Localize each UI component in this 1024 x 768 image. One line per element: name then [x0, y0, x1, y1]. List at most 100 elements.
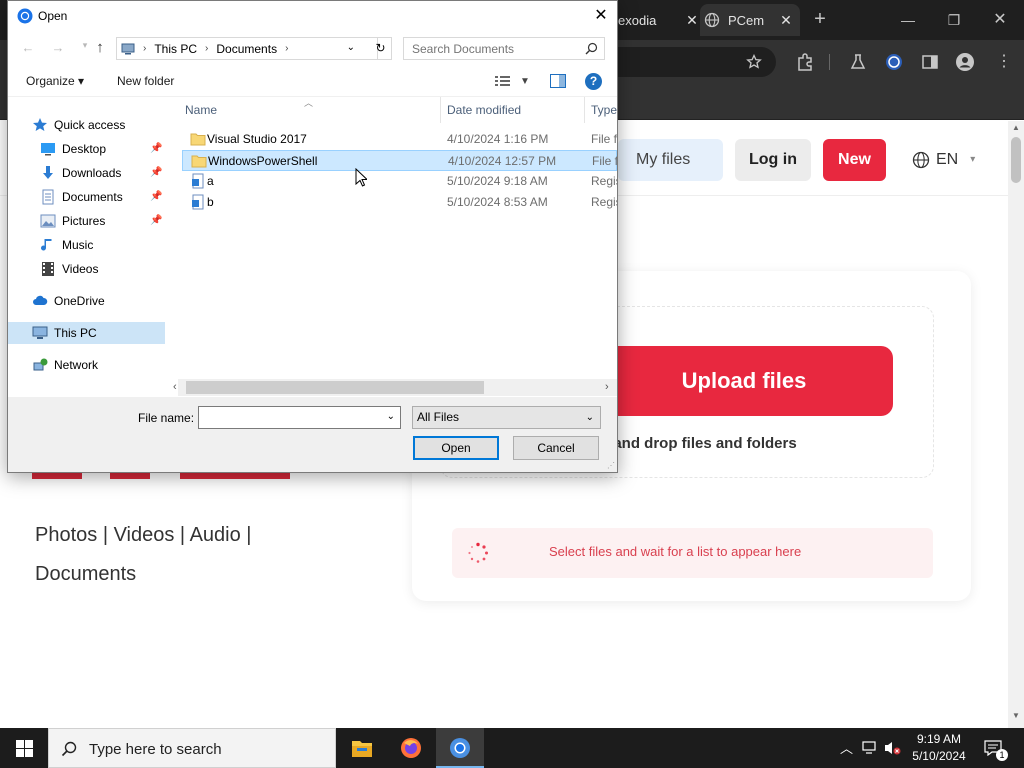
- firefox-icon: [401, 738, 421, 758]
- my-files-button[interactable]: My files: [618, 139, 723, 181]
- nav-label: This PC: [54, 326, 97, 340]
- recent-dropdown-icon[interactable]: ▾: [77, 37, 93, 53]
- help-icon[interactable]: ?: [585, 73, 602, 90]
- registry-file-icon: [192, 194, 204, 210]
- taskbar-search[interactable]: Type here to search: [48, 728, 336, 768]
- network-icon[interactable]: [862, 740, 878, 756]
- up-arrow-icon[interactable]: ↑: [92, 40, 108, 56]
- globe-icon: [912, 151, 930, 169]
- column-header-name[interactable]: Name ︿: [178, 97, 441, 123]
- volume-muted-icon[interactable]: [884, 740, 902, 756]
- file-date: 5/10/2024 8:53 AM: [447, 195, 548, 209]
- address-bar[interactable]: [616, 47, 776, 77]
- dialog-close-button[interactable]: ✕: [586, 3, 616, 29]
- nav-this-pc[interactable]: This PC: [8, 322, 165, 344]
- page-scrollbar[interactable]: ▲ ▼: [1008, 121, 1024, 728]
- nav-music[interactable]: Music: [8, 234, 165, 256]
- chevron-right-icon: ›: [205, 43, 209, 54]
- tab-close-icon[interactable]: ✕: [684, 12, 700, 28]
- action-center[interactable]: 1: [978, 728, 1024, 768]
- labs-flask-icon[interactable]: [848, 52, 868, 72]
- search-box[interactable]: [403, 37, 605, 60]
- file-row[interactable]: Visual Studio 2017 4/10/2024 1:16 PM Fil…: [182, 129, 617, 150]
- dialog-footer: File name: ⌄ All Files ⌄ Open Cancel ⋰: [8, 397, 617, 472]
- column-header-type[interactable]: Type: [584, 97, 617, 123]
- nav-desktop[interactable]: Desktop 📌: [8, 138, 165, 160]
- cancel-button[interactable]: Cancel: [513, 436, 599, 460]
- nav-documents[interactable]: Documents 📌: [8, 186, 165, 208]
- firefox-app[interactable]: [387, 728, 435, 768]
- pc-icon: [32, 326, 48, 339]
- nav-pictures[interactable]: Pictures 📌: [8, 210, 165, 232]
- search-input[interactable]: [404, 38, 574, 59]
- preview-pane-icon[interactable]: [550, 74, 566, 88]
- forward-arrow-icon[interactable]: →: [50, 40, 66, 56]
- side-panel-icon[interactable]: [920, 52, 940, 72]
- chevron-down-icon[interactable]: ▼: [520, 76, 530, 87]
- file-row[interactable]: b 5/10/2024 8:53 AM Registration Entries: [182, 192, 617, 213]
- new-tab-button[interactable]: +: [810, 9, 830, 30]
- profile-avatar-icon[interactable]: [955, 52, 975, 72]
- scroll-left-icon[interactable]: ‹: [173, 381, 177, 393]
- nav-label: Network: [54, 358, 99, 372]
- view-options-icon[interactable]: [495, 75, 511, 87]
- nav-onedrive[interactable]: OneDrive: [8, 290, 165, 312]
- scroll-thumb[interactable]: [186, 381, 484, 394]
- chevron-up-icon[interactable]: ︿: [840, 738, 853, 757]
- tab-close-icon[interactable]: ✕: [778, 12, 794, 28]
- chrome-app[interactable]: [436, 728, 484, 768]
- organize-menu[interactable]: Organize ▾: [26, 74, 84, 88]
- chevron-down-icon[interactable]: ⌄: [347, 42, 355, 53]
- taskbar: Type here to search ︿ 9:19 AM 5/10/2024 …: [0, 728, 1024, 768]
- resize-grip-icon[interactable]: ⋰: [607, 461, 615, 470]
- tab-pcem[interactable]: PCem ✕: [700, 4, 800, 36]
- scroll-up-icon[interactable]: ▲: [1012, 123, 1020, 132]
- file-name: WindowsPowerShell: [208, 154, 318, 168]
- upload-files-button[interactable]: Upload files: [595, 346, 893, 416]
- back-arrow-icon[interactable]: ←: [20, 40, 36, 56]
- close-window-button[interactable]: ✕: [990, 10, 1010, 30]
- nav-downloads[interactable]: Downloads 📌: [8, 162, 165, 184]
- horizontal-scrollbar[interactable]: ‹ ›: [173, 379, 617, 396]
- nav-quick-access[interactable]: Quick access: [8, 114, 165, 136]
- taskbar-clock[interactable]: 9:19 AM 5/10/2024: [904, 731, 974, 765]
- login-button[interactable]: Log in: [735, 139, 811, 181]
- file-type-select[interactable]: All Files ⌄: [412, 406, 601, 429]
- file-name-combobox[interactable]: ⌄: [198, 406, 401, 429]
- address-breadcrumb[interactable]: › This PC › Documents › ⌄: [116, 37, 378, 60]
- column-header-date[interactable]: Date modified: [440, 97, 585, 123]
- minimize-button[interactable]: —: [898, 10, 918, 30]
- breadcrumb-this-pc[interactable]: This PC: [154, 42, 197, 56]
- breadcrumb-documents[interactable]: Documents: [216, 42, 277, 56]
- chevron-down-icon[interactable]: ⌄: [387, 411, 395, 422]
- file-row-selected[interactable]: WindowsPowerShell 4/10/2024 12:57 PM Fil…: [182, 150, 617, 171]
- extension-badge-icon[interactable]: [884, 52, 904, 72]
- menu-kebab-icon[interactable]: ⋮: [994, 52, 1014, 72]
- scroll-thumb[interactable]: [1011, 137, 1021, 183]
- star-icon[interactable]: [746, 54, 762, 70]
- file-name-input[interactable]: [199, 407, 379, 428]
- file-explorer-app[interactable]: [338, 728, 386, 768]
- new-button[interactable]: New: [823, 139, 886, 181]
- restore-button[interactable]: ❐: [944, 10, 964, 30]
- nav-videos[interactable]: Videos: [8, 258, 165, 280]
- extensions-icon[interactable]: [795, 52, 815, 72]
- drop-hint: g and drop files and folders: [600, 435, 797, 452]
- toolbar-divider: [829, 54, 830, 70]
- scroll-right-icon[interactable]: ›: [605, 381, 609, 393]
- star-icon: [33, 118, 47, 131]
- scroll-down-icon[interactable]: ▼: [1012, 711, 1020, 720]
- nav-label: Quick access: [54, 118, 126, 132]
- open-button[interactable]: Open: [413, 436, 499, 460]
- media-links[interactable]: Photos | Videos | Audio |: [35, 516, 335, 555]
- documents-link[interactable]: Documents: [35, 555, 335, 594]
- start-button[interactable]: [0, 728, 48, 768]
- refresh-button[interactable]: ↻: [370, 37, 392, 60]
- folder-icon: [190, 133, 206, 146]
- dialog-titlebar[interactable]: Open ✕: [8, 1, 617, 32]
- file-row[interactable]: a 5/10/2024 9:18 AM Registration Entries: [182, 171, 617, 192]
- new-folder-button[interactable]: New folder: [117, 74, 174, 88]
- dialog-title: Open: [38, 9, 68, 23]
- nav-network[interactable]: Network: [8, 354, 165, 376]
- language-selector[interactable]: EN ▾: [912, 139, 975, 181]
